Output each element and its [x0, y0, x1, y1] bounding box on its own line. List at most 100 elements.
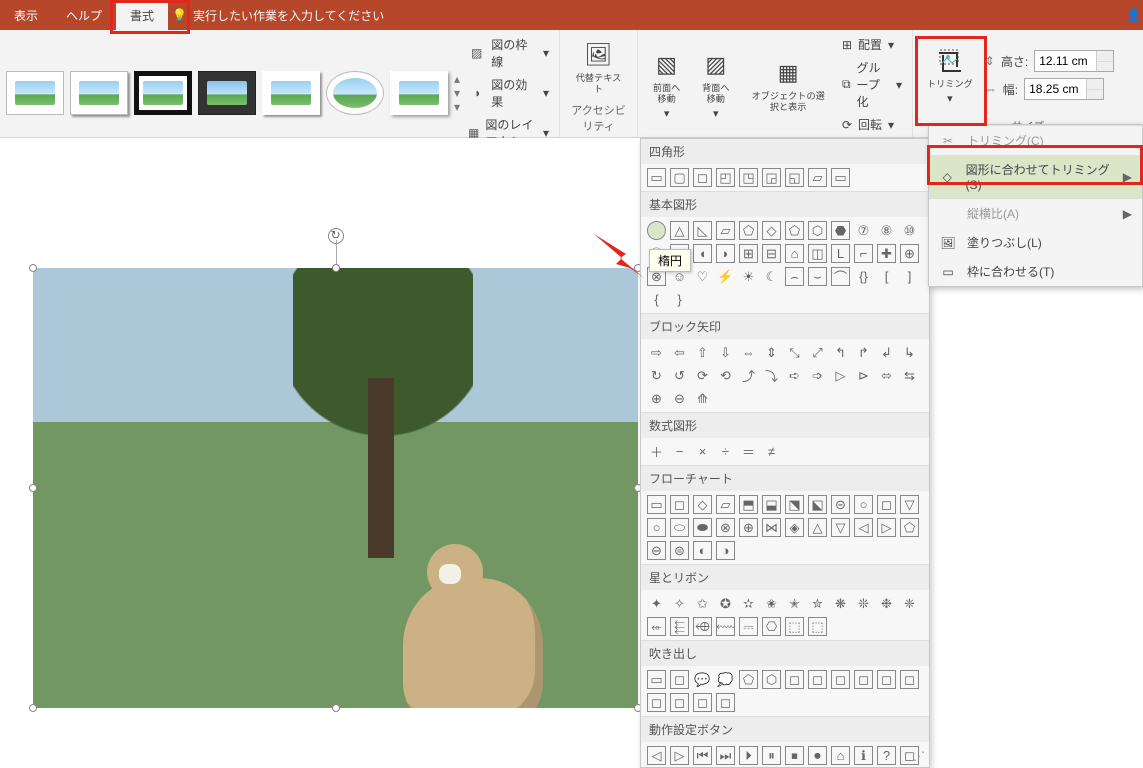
shape-basic[interactable]: ⊞ [739, 244, 758, 263]
shape-rect[interactable]: ◻ [693, 168, 712, 187]
shape-arrow[interactable]: ⟳ [693, 366, 712, 385]
shape-star[interactable]: ✧ [670, 594, 689, 613]
shape-arrow[interactable]: ▷ [831, 366, 850, 385]
picture-style-5[interactable] [262, 71, 320, 115]
shape-arrow[interactable]: ⤢ [808, 343, 827, 362]
shape-hexagon[interactable]: ⬡ [808, 221, 827, 240]
shape-callout[interactable]: ◻ [647, 693, 666, 712]
shape-ribbon[interactable]: ⬲ [693, 617, 712, 636]
picture-style-2[interactable] [70, 71, 128, 115]
picture-style-1[interactable] [6, 71, 64, 115]
shape-star[interactable]: ✮ [808, 594, 827, 613]
shape-arrow[interactable]: ⇦ [670, 343, 689, 362]
resize-handle-nw[interactable] [29, 264, 37, 272]
shape-arrow[interactable]: ➪ [785, 366, 804, 385]
shape-arrow[interactable]: ↰ [831, 343, 850, 362]
shape-ribbon[interactable]: ⬰ [647, 617, 666, 636]
shape-basic[interactable]: L [831, 244, 850, 263]
shape-flow[interactable]: ⬬ [693, 518, 712, 537]
shape-triangle[interactable]: △ [670, 221, 689, 240]
shape-ribbon[interactable]: ⎓ [739, 617, 758, 636]
shape-basic[interactable]: ◖ [693, 244, 712, 263]
shape-star[interactable]: ✬ [762, 594, 781, 613]
shape-arrow[interactable]: ⤵ [762, 366, 781, 385]
shape-rect[interactable]: ◰ [716, 168, 735, 187]
shape-rect[interactable]: ◲ [762, 168, 781, 187]
shape-flow[interactable]: ◁ [854, 518, 873, 537]
shape-flow[interactable]: ⬔ [785, 495, 804, 514]
picture-effects-button[interactable]: ◑図の効果▾ [464, 74, 553, 112]
shape-arrow[interactable]: ⊕ [647, 389, 666, 408]
picture-border-button[interactable]: ▨図の枠線▾ [464, 34, 553, 72]
shape-action[interactable]: ⌂ [831, 746, 850, 765]
shape-star[interactable]: ❊ [854, 594, 873, 613]
shape-flow[interactable]: ◐ [693, 541, 712, 560]
shape-action[interactable]: ⏸ [762, 746, 781, 765]
shape-arrow[interactable]: ⬄ [877, 366, 896, 385]
shape-flow[interactable]: ⊖ [647, 541, 666, 560]
picture-style-3[interactable] [134, 71, 192, 115]
shape-basic[interactable]: ◫ [808, 244, 827, 263]
shape-arrow[interactable]: ↻ [647, 366, 666, 385]
shape-rect[interactable]: ◳ [739, 168, 758, 187]
shape-ribbon[interactable]: ⬱ [670, 617, 689, 636]
shape-basic[interactable]: ⊟ [762, 244, 781, 263]
shape-arrow[interactable]: ↳ [900, 343, 919, 362]
shape-rect[interactable]: ◱ [785, 168, 804, 187]
shape-multiply[interactable]: × [693, 442, 712, 461]
shape-basic[interactable]: ⌒ [831, 267, 850, 286]
shape-ribbon[interactable]: ⬳ [716, 617, 735, 636]
picture-style-6[interactable] [326, 71, 384, 115]
shape-callout[interactable]: ◻ [785, 670, 804, 689]
shape-callout[interactable]: ◻ [670, 670, 689, 689]
shape-flow[interactable]: ◈ [785, 518, 804, 537]
shape-star[interactable]: ✦ [647, 594, 666, 613]
shape-basic[interactable]: ⌣ [808, 267, 827, 286]
selected-picture[interactable] [33, 268, 638, 708]
shape-callout[interactable]: ◻ [670, 693, 689, 712]
shape-callout[interactable]: ⬠ [739, 670, 758, 689]
shape-trapezoid[interactable]: ⬠ [739, 221, 758, 240]
shape-basic[interactable]: ⌂ [785, 244, 804, 263]
resize-handle-w[interactable] [29, 484, 37, 492]
shape-star[interactable]: ✪ [716, 594, 735, 613]
shape-arrow[interactable]: ⤴ [739, 366, 758, 385]
shape-arrow[interactable]: ⇨ [647, 343, 666, 362]
shape-flow[interactable]: ▱ [716, 495, 735, 514]
shape-flow[interactable]: ⬕ [808, 495, 827, 514]
tellme-input[interactable]: 実行したい作業を入力してください [193, 7, 384, 24]
shape-arrow[interactable]: ⟲ [716, 366, 735, 385]
shape-brace[interactable]: { [647, 290, 666, 309]
shape-callout[interactable]: ◻ [854, 670, 873, 689]
shape-rect[interactable]: ▭ [647, 168, 666, 187]
shape-circle-8[interactable]: ⑧ [877, 221, 896, 240]
shape-right-triangle[interactable]: ◺ [693, 221, 712, 240]
group-button[interactable]: ⧉グループ化▾ [838, 57, 906, 112]
crop-menu-aspect[interactable]: 縦横比(A)▶ [929, 198, 1142, 228]
shape-star[interactable]: ✭ [785, 594, 804, 613]
shape-ribbon[interactable]: ⬚ [785, 617, 804, 636]
gallery-resize-grip[interactable]: ⋰ [913, 749, 925, 763]
shape-basic[interactable]: ⊕ [900, 244, 919, 263]
shape-flow[interactable]: ⊗ [716, 518, 735, 537]
shape-callout[interactable]: ◻ [877, 670, 896, 689]
resize-handle-sw[interactable] [29, 704, 37, 712]
shape-callout[interactable]: ▭ [647, 670, 666, 689]
shape-action[interactable]: ⏹ [785, 746, 804, 765]
shape-ribbon[interactable]: ⬚ [808, 617, 827, 636]
shape-bracket[interactable]: ] [900, 267, 919, 286]
shape-arrow[interactable]: ⇩ [716, 343, 735, 362]
account-button[interactable]: 👤 [1126, 8, 1141, 22]
shape-oval[interactable] [647, 221, 666, 240]
shape-divide[interactable]: ÷ [716, 442, 735, 461]
shape-flow[interactable]: ⊜ [670, 541, 689, 560]
send-backward-button[interactable]: ▨ 背面へ移動▾ [693, 47, 738, 122]
shape-star[interactable]: ❈ [900, 594, 919, 613]
shape-callout[interactable]: ⬡ [762, 670, 781, 689]
tab-help[interactable]: ヘルプ [52, 0, 116, 30]
shape-basic[interactable]: ✚ [877, 244, 896, 263]
shape-arrow[interactable]: ⇧ [693, 343, 712, 362]
shape-heptagon[interactable]: ⬣ [831, 221, 850, 240]
shape-flow[interactable]: ◑ [716, 541, 735, 560]
shape-callout[interactable]: ◻ [808, 670, 827, 689]
